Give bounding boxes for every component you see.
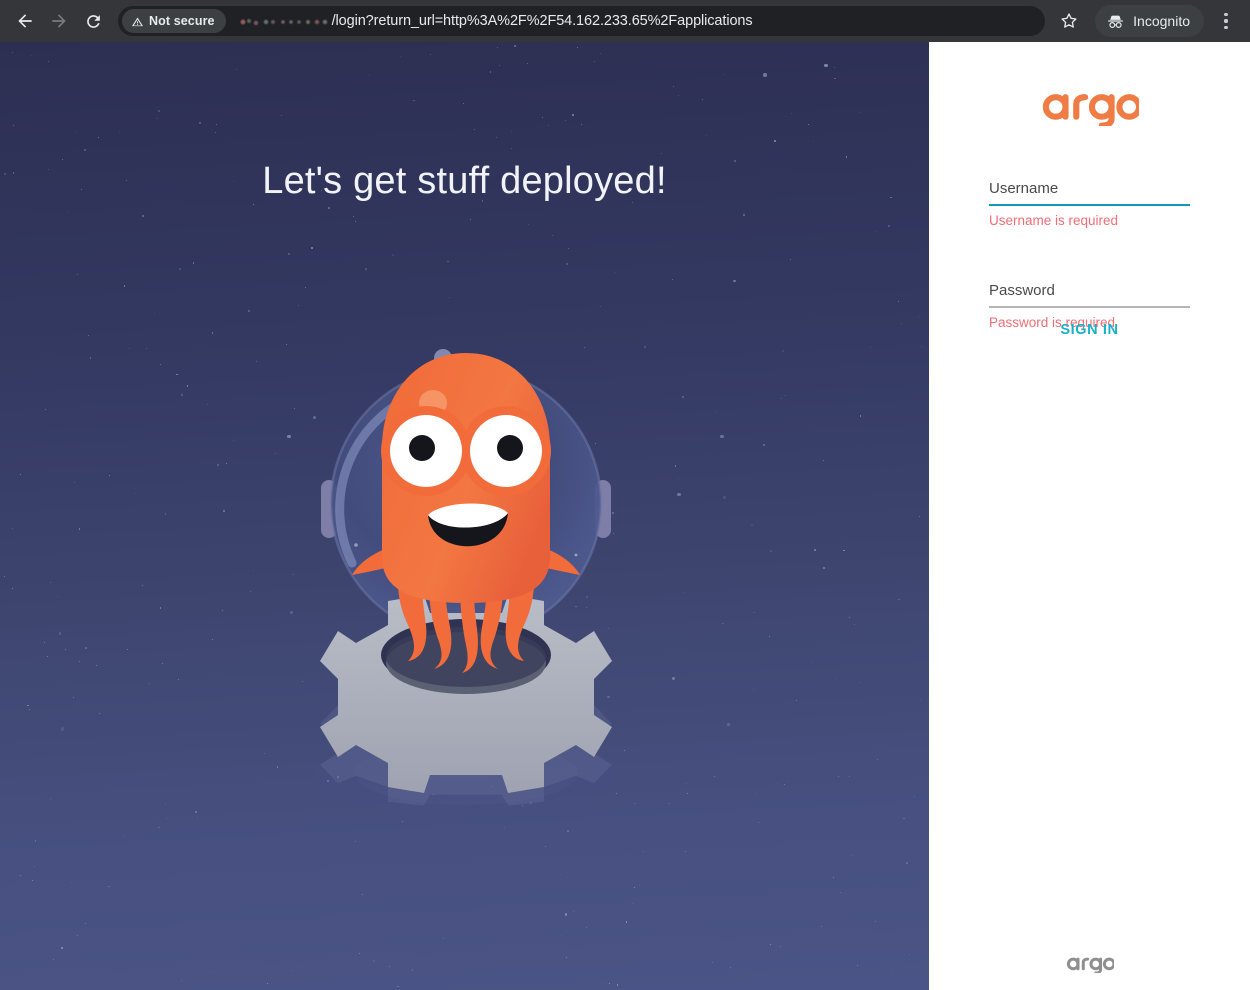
signin-row: SIGN IN <box>929 314 1250 346</box>
url-path: /login?return_url=http%3A%2F%2F54.162.23… <box>332 13 753 29</box>
password-underline <box>989 306 1190 308</box>
not-secure-label: Not secure <box>149 14 215 28</box>
login-panel: Username is required Password is require… <box>929 42 1250 990</box>
star-icon <box>1059 11 1079 31</box>
browser-toolbar: Not secure /login?return_url=http%3A%2F%… <box>0 0 1250 42</box>
back-button[interactable] <box>8 4 42 38</box>
footer-argo-logo-icon <box>1066 952 1114 973</box>
toolbar-right-actions: Incognito <box>1051 4 1242 38</box>
warning-triangle-icon <box>131 15 144 28</box>
hero-title: Let's get stuff deployed! <box>0 160 929 203</box>
arrow-right-icon <box>49 11 69 31</box>
address-bar[interactable]: Not secure /login?return_url=http%3A%2F%… <box>118 6 1045 36</box>
not-secure-badge[interactable]: Not secure <box>122 9 226 33</box>
username-input[interactable] <box>989 177 1190 204</box>
incognito-label: Incognito <box>1133 13 1190 29</box>
browser-menu-button[interactable] <box>1210 4 1242 38</box>
right-pupil <box>497 435 523 461</box>
field-spacer <box>989 229 1190 279</box>
sign-in-button[interactable]: SIGN IN <box>1046 314 1132 346</box>
login-page: Let's get stuff deployed! <box>0 42 1250 990</box>
url-text-container: /login?return_url=http%3A%2F%2F54.162.23… <box>239 13 753 29</box>
reload-button[interactable] <box>76 4 110 38</box>
hero-panel: Let's get stuff deployed! <box>0 42 929 990</box>
username-error: Username is required <box>989 213 1190 229</box>
argo-logo <box>929 82 1250 126</box>
left-pupil <box>409 435 435 461</box>
argo-logo-icon <box>1041 82 1139 126</box>
incognito-hat-icon <box>1106 12 1125 31</box>
incognito-indicator[interactable]: Incognito <box>1095 5 1204 37</box>
footer-argo-logo <box>929 952 1250 973</box>
username-underline <box>989 204 1190 206</box>
arrow-left-icon <box>15 11 35 31</box>
url-host-redacted <box>239 15 332 28</box>
bookmark-button[interactable] <box>1051 4 1087 38</box>
reload-icon <box>84 12 103 31</box>
password-input[interactable] <box>989 279 1190 306</box>
forward-button[interactable] <box>42 4 76 38</box>
username-field-group: Username is required <box>989 177 1190 229</box>
argo-octopus-illustration <box>256 295 676 855</box>
three-dots-menu-icon <box>1224 13 1227 29</box>
login-form: Username is required Password is require… <box>989 177 1190 331</box>
